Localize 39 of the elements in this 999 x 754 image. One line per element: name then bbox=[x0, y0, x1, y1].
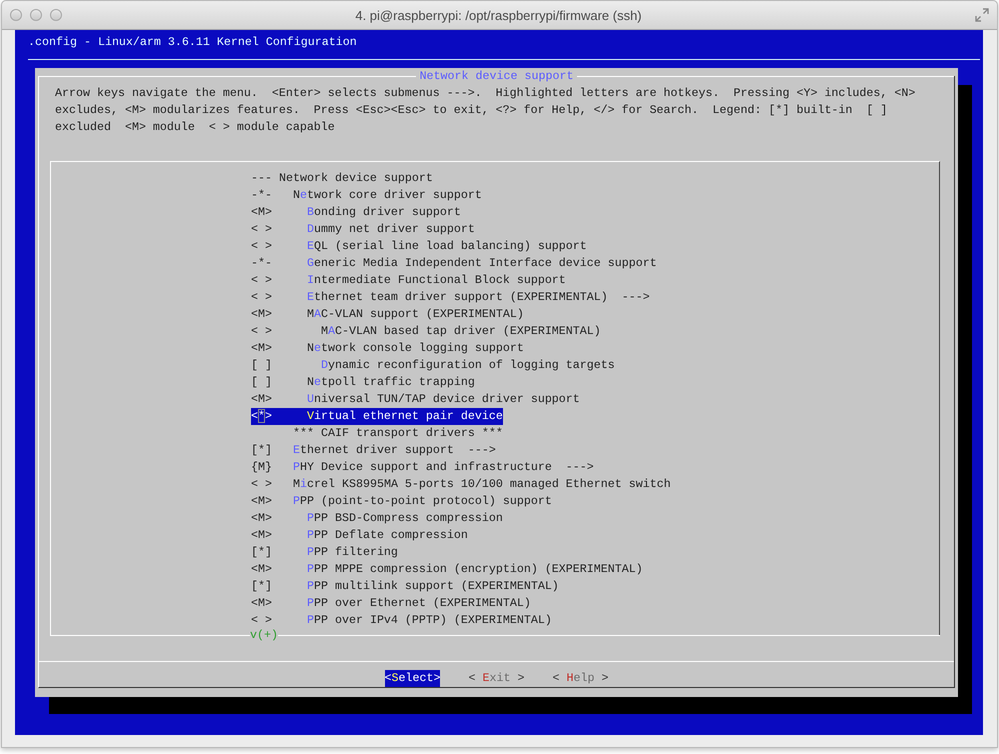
menu-item[interactable]: --- Network device support bbox=[251, 170, 433, 187]
dialog-button[interactable]: < Help > bbox=[552, 670, 608, 687]
menu-item[interactable]: < > Dummy net driver support bbox=[251, 221, 475, 238]
minimize-button[interactable] bbox=[30, 9, 42, 21]
menu-item[interactable]: <M> PPP MPPE compression (encryption) (EXPERIMENTAL) bbox=[251, 561, 643, 578]
menu-item[interactable]: < > Intermediate Functional Block support bbox=[251, 272, 566, 289]
menu-item[interactable]: <M> Network console logging support bbox=[251, 340, 524, 357]
menu-item[interactable]: [*] PPP multilink support (EXPERIMENTAL) bbox=[251, 578, 559, 595]
menu-item[interactable]: <*> Virtual ethernet pair device bbox=[251, 408, 503, 425]
menu-item[interactable]: <M> PPP over Ethernet (EXPERIMENTAL) bbox=[251, 595, 531, 612]
menu-item[interactable]: <M> PPP BSD-Compress compression bbox=[251, 510, 503, 527]
menu-item[interactable]: <M> Bonding driver support bbox=[251, 204, 461, 221]
menu-item[interactable]: < > PPP over IPv4 (PPTP) (EXPERIMENTAL) bbox=[251, 612, 552, 629]
menu-item[interactable]: <M> PPP (point-to-point protocol) support bbox=[251, 493, 552, 510]
menu-item[interactable]: -*- Generic Media Independent Interface device support bbox=[251, 255, 657, 272]
menu-item[interactable]: < > Micrel KS8995MA 5-ports 10/100 managed Ethernet switch bbox=[251, 476, 671, 493]
menu-item[interactable]: [*] PPP filtering bbox=[251, 544, 398, 561]
zoom-button[interactable] bbox=[50, 9, 62, 21]
screen-title: .config - Linux/arm 3.6.11 Kernel Configuration bbox=[27, 34, 358, 51]
close-button[interactable] bbox=[10, 9, 22, 21]
menu-item[interactable]: {M} PHY Device support and infrastructure ---> bbox=[251, 459, 594, 476]
menu-item[interactable]: <M> MAC-VLAN support (EXPERIMENTAL) bbox=[251, 306, 524, 323]
fullscreen-icon[interactable] bbox=[975, 8, 989, 22]
menu-item[interactable]: -*- Network core driver support bbox=[251, 187, 482, 204]
help-text: excluded <M> module < > module capable bbox=[54, 119, 336, 136]
menu-comment: *** CAIF transport drivers *** bbox=[292, 425, 503, 442]
dialog-button[interactable]: < Exit > bbox=[468, 670, 524, 687]
menu-item[interactable]: [*] Ethernet driver support ---> bbox=[251, 442, 496, 459]
help-text: excludes, <M> modularizes features. Press <Esc><Esc> to exit, <?> for Help, </> for Search. Legend: [*] built-in [ ] bbox=[54, 102, 888, 119]
dialog-button[interactable]: <Select> bbox=[384, 670, 440, 687]
menu-item[interactable]: < > MAC-VLAN based tap driver (EXPERIMENTAL) bbox=[251, 323, 601, 340]
menu-item[interactable]: <M> Universal TUN/TAP device driver support bbox=[251, 391, 580, 408]
menu-item[interactable]: <M> PPP Deflate compression bbox=[251, 527, 468, 544]
menu-item[interactable]: < > Ethernet team driver support (EXPERIMENTAL) ---> bbox=[251, 289, 650, 306]
help-text: Arrow keys navigate the menu. <Enter> selects submenus --->. Highlighted letters are hotkeys. Pressing <Y> includes, <N> bbox=[54, 85, 916, 102]
menu-item[interactable]: [ ] Netpoll traffic trapping bbox=[251, 374, 475, 391]
menu-item[interactable]: [ ] Dynamic reconfiguration of logging targets bbox=[251, 357, 615, 374]
window-title: 4. pi@raspberrypi: /opt/raspberrypi/firmware (ssh) bbox=[354, 8, 643, 22]
menu-item[interactable]: < > EQL (serial line load balancing) support bbox=[251, 238, 587, 255]
